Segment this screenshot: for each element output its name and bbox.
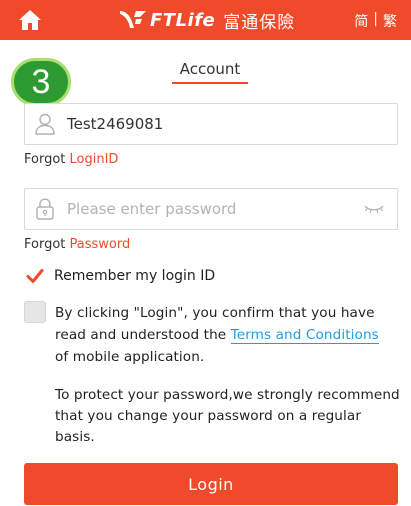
remember-login-label: Remember my login ID	[54, 268, 216, 284]
terms-and-conditions-link[interactable]: Terms and Conditions	[230, 327, 379, 344]
home-button[interactable]	[18, 8, 42, 32]
forgot-password-link[interactable]: Password	[70, 237, 131, 252]
forgot-login-id: Forgot LoginID	[24, 152, 118, 167]
login-button[interactable]: Login	[24, 463, 398, 505]
forgot-login-id-prefix: Forgot	[24, 152, 70, 167]
brand-name-chinese: 富通保險	[223, 12, 296, 33]
tab-account[interactable]: Account	[172, 60, 248, 84]
password-input[interactable]	[67, 200, 347, 218]
password-field[interactable]	[24, 188, 398, 230]
lang-simplified-chinese[interactable]: 简	[354, 11, 368, 31]
terms-text: By clicking "Login", you confirm that yo…	[55, 302, 395, 368]
login-id-field[interactable]	[24, 103, 398, 145]
step-number-badge: 3	[11, 58, 71, 106]
ftlife-logo-icon	[120, 11, 146, 28]
top-bar: FTLife 富通保險 简 | 繁	[0, 0, 411, 40]
brand-logo: FTLife 富通保險	[118, 6, 295, 34]
remember-login-checkbox[interactable]	[24, 265, 46, 287]
eye-closed-icon[interactable]	[363, 202, 385, 216]
lang-separator: |	[373, 11, 378, 27]
brand-name: FTLife	[150, 9, 216, 31]
terms-checkbox[interactable]	[24, 301, 46, 323]
forgot-password: Forgot Password	[24, 237, 130, 252]
terms-text-after: of mobile application.	[55, 349, 205, 365]
checkmark-icon	[26, 269, 44, 283]
lock-icon	[36, 198, 54, 220]
forgot-login-id-link[interactable]: LoginID	[70, 152, 119, 167]
login-id-input[interactable]	[67, 115, 347, 133]
language-switcher: 简 | 繁	[354, 11, 397, 31]
lang-traditional-chinese[interactable]: 繁	[383, 11, 397, 31]
forgot-password-prefix: Forgot	[24, 237, 70, 252]
password-security-note: To protect your password,we strongly rec…	[55, 387, 400, 445]
home-icon	[19, 10, 41, 30]
remember-login-row: Remember my login ID	[24, 265, 215, 287]
terms-row: By clicking "Login", you confirm that yo…	[24, 301, 399, 368]
user-icon	[35, 113, 55, 135]
